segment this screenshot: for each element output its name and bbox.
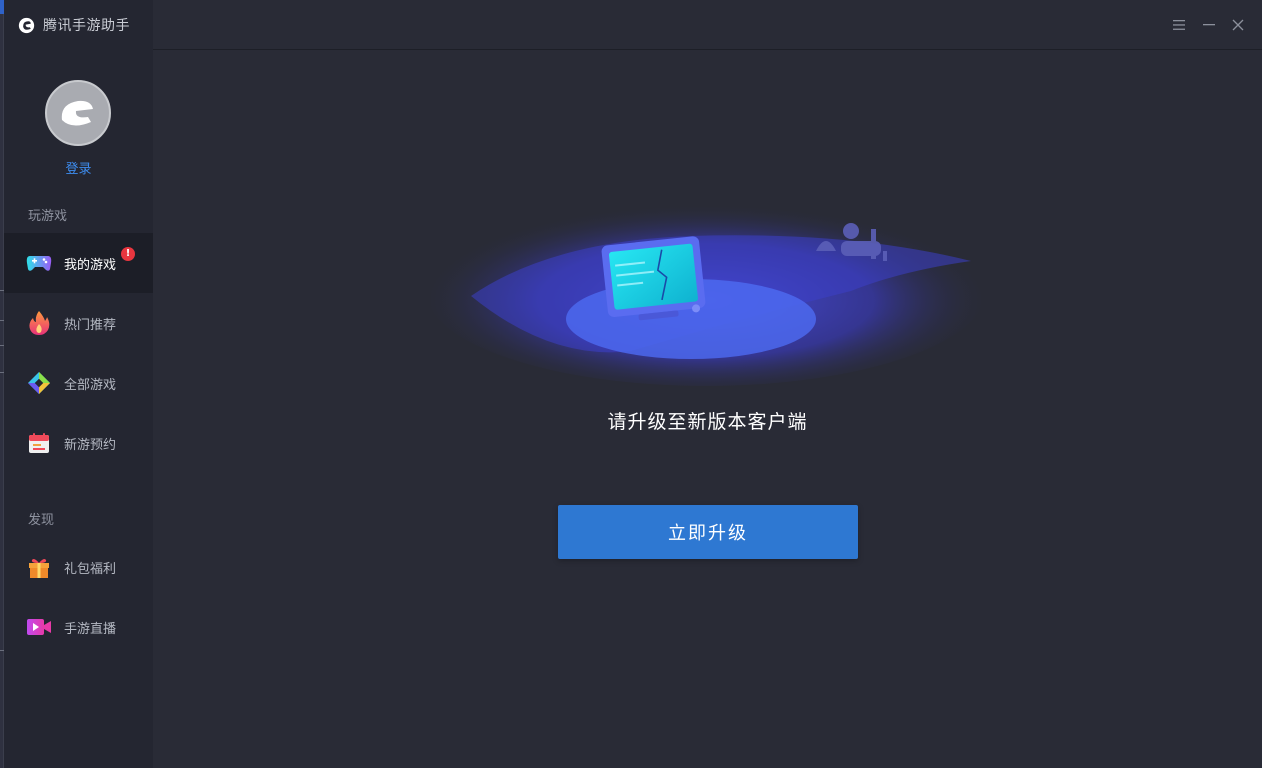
gamepad-icon (26, 250, 52, 276)
flame-icon (26, 310, 52, 336)
calendar-icon (26, 430, 52, 456)
upgrade-message: 请升级至新版本客户端 (607, 411, 808, 433)
user-avatar-icon (61, 100, 93, 126)
main-content: 请升级至新版本客户端 立即升级 (153, 51, 1262, 768)
section-label-discover: 发现 (28, 513, 55, 528)
cube-icon (26, 370, 52, 396)
section-label-play: 玩游戏 (28, 209, 68, 224)
sidebar-item-hot[interactable]: 热门推荐 (4, 293, 153, 353)
menu-icon[interactable] (1168, 14, 1190, 36)
sidebar-item-label: 手游直播 (64, 621, 117, 637)
sidebar-item-live[interactable]: 手游直播 (4, 597, 153, 657)
sidebar-item-my-games[interactable]: 我的游戏 ! (4, 233, 153, 293)
close-icon[interactable] (1227, 14, 1249, 36)
live-video-icon (26, 614, 52, 640)
app-title: 腾讯手游助手 (43, 18, 130, 34)
login-link[interactable]: 登录 (4, 158, 153, 177)
sidebar-item-label: 礼包福利 (64, 561, 117, 577)
sidebar-item-gifts[interactable]: 礼包福利 (4, 537, 153, 597)
sidebar-item-label: 我的游戏 (64, 257, 117, 273)
window-topbar (153, 0, 1262, 50)
upgrade-now-button[interactable]: 立即升级 (558, 505, 858, 559)
sidebar-item-new-reservation[interactable]: 新游预约 (4, 413, 153, 473)
minimize-icon[interactable] (1198, 14, 1220, 36)
sidebar-item-all-games[interactable]: 全部游戏 (4, 353, 153, 413)
app-title-bar: 腾讯手游助手 (4, 0, 153, 50)
avatar[interactable] (45, 80, 111, 146)
sidebar: 腾讯手游助手 登录 玩游戏 我的游戏 ! 热门推荐 全部游戏 新游预约 发现 礼… (4, 0, 153, 768)
notification-badge: ! (121, 247, 135, 261)
app-logo-icon (18, 17, 35, 33)
sidebar-item-label: 新游预约 (64, 437, 117, 453)
sidebar-item-label: 全部游戏 (64, 377, 117, 393)
gift-icon (26, 554, 52, 580)
upgrade-illustration (431, 201, 986, 386)
sidebar-item-label: 热门推荐 (64, 317, 117, 333)
